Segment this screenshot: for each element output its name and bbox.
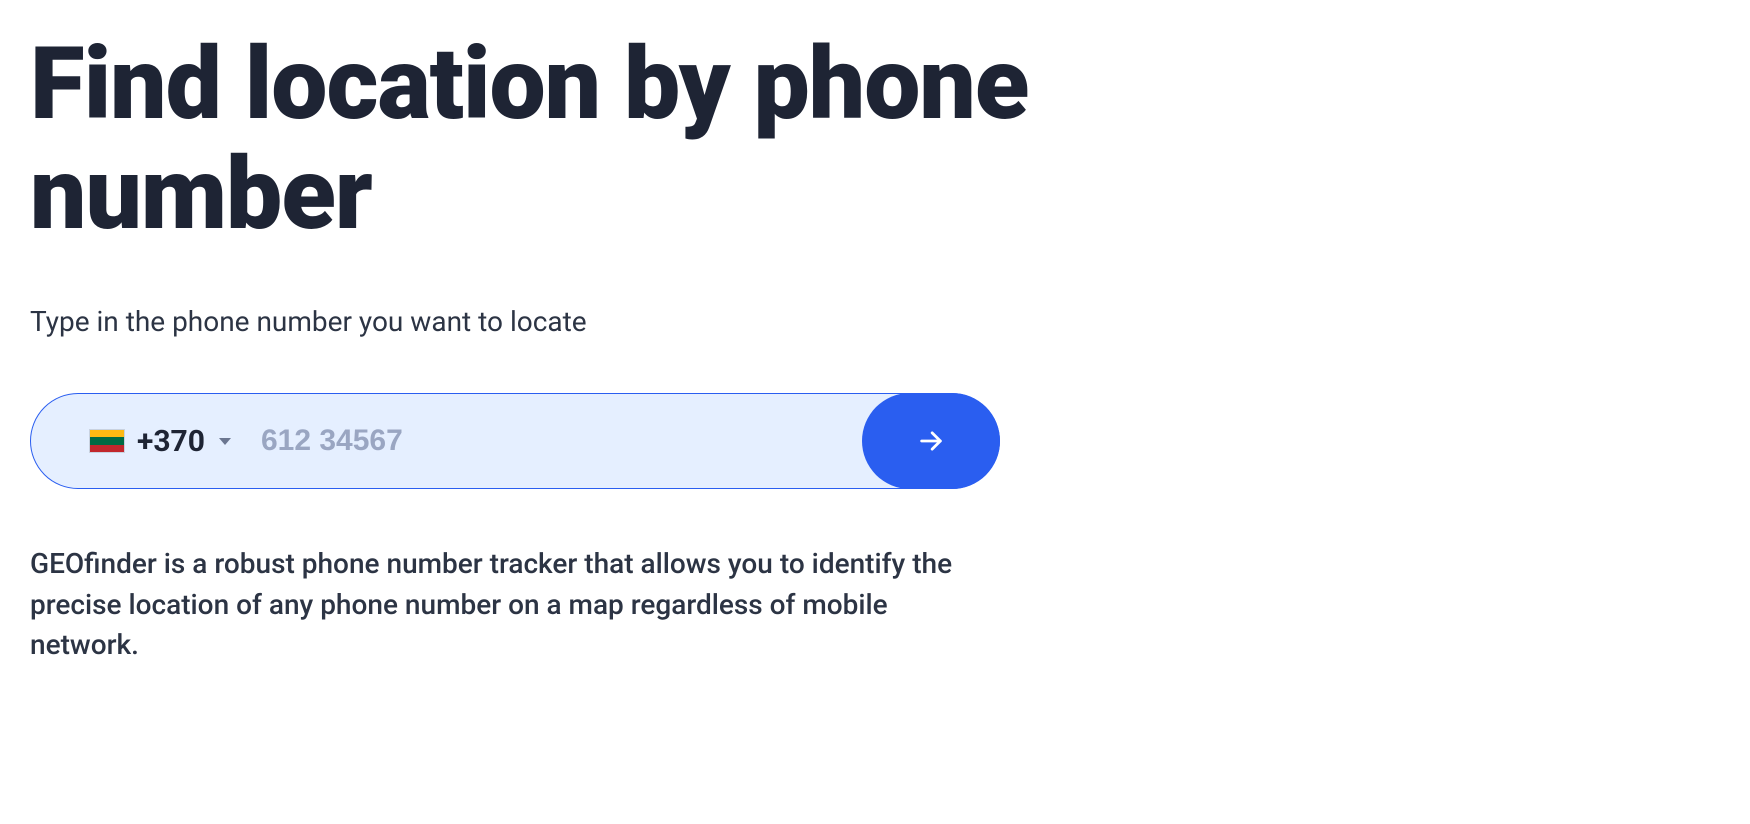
country-selector[interactable]: +370 bbox=[31, 424, 245, 459]
page-title: Find location by phone number bbox=[30, 30, 1050, 250]
phone-number-input[interactable] bbox=[245, 394, 862, 488]
dial-code: +370 bbox=[137, 424, 205, 459]
flag-lithuania-icon bbox=[89, 429, 125, 453]
phone-input-group: +370 bbox=[30, 393, 1000, 489]
hero-section: Find location by phone number Type in th… bbox=[30, 30, 1050, 666]
submit-button[interactable] bbox=[862, 393, 1000, 489]
page-subtitle: Type in the phone number you want to loc… bbox=[30, 305, 1050, 338]
arrow-right-icon bbox=[917, 427, 945, 455]
page-description: GEOfinder is a robust phone number track… bbox=[30, 544, 980, 666]
chevron-down-icon bbox=[219, 438, 231, 445]
